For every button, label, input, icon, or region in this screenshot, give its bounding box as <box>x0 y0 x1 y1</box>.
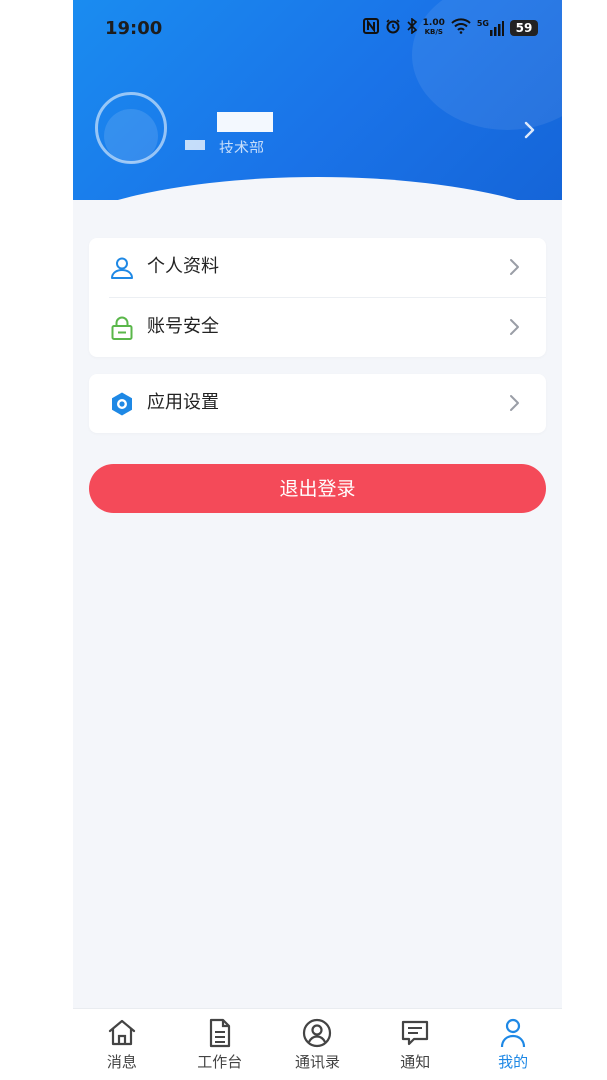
tab-label: 工作台 <box>197 1053 243 1071</box>
screen: 19:00 1.00 KB/S 5G 59 技术部 个人资料 账号安全 应用设置… <box>73 0 562 1080</box>
menu-item-profile[interactable]: 个人资料 <box>89 238 546 298</box>
nfc-icon <box>362 18 379 38</box>
network-speed: 1.00 KB/S <box>422 18 445 37</box>
home-icon <box>108 1019 135 1046</box>
tab-contacts[interactable]: 通讯录 <box>269 1009 367 1080</box>
header-curve <box>73 177 562 200</box>
account-menu-card: 个人资料 账号安全 <box>89 238 546 357</box>
tab-label: 消息 <box>106 1053 137 1071</box>
tab-mine[interactable]: 我的 <box>464 1009 562 1080</box>
logout-button[interactable]: 退出登录 <box>89 464 546 513</box>
alarm-icon <box>385 18 401 38</box>
user-icon <box>111 257 133 279</box>
tab-messages[interactable]: 消息 <box>73 1009 171 1080</box>
status-bar: 19:00 1.00 KB/S 5G 59 <box>73 16 562 44</box>
status-time: 19:00 <box>105 18 163 39</box>
document-icon <box>209 1018 230 1048</box>
tab-label: 通知 <box>400 1053 431 1071</box>
menu-item-label: 账号安全 <box>147 316 219 337</box>
user-name-redacted-2 <box>185 140 205 150</box>
tab-label: 我的 <box>498 1053 529 1071</box>
wifi-icon <box>451 18 471 38</box>
signal-icon: 5G <box>477 20 504 36</box>
battery-icon: 59 <box>510 20 538 36</box>
tab-bar: 消息 工作台 通讯录 通知 我的 <box>73 1008 562 1080</box>
bluetooth-icon <box>407 17 417 38</box>
settings-menu-card: 应用设置 <box>89 374 546 433</box>
lock-icon <box>111 316 133 340</box>
settings-icon <box>112 392 132 416</box>
tab-notifications[interactable]: 通知 <box>366 1009 464 1080</box>
user-name-redacted <box>217 112 273 132</box>
chevron-right-icon <box>510 259 519 275</box>
menu-item-label: 应用设置 <box>147 392 219 413</box>
status-icons: 1.00 KB/S 5G 59 <box>362 17 538 38</box>
person-icon <box>500 1018 526 1048</box>
contacts-icon <box>303 1018 332 1048</box>
tab-label: 通讯录 <box>294 1053 340 1071</box>
chevron-right-icon <box>510 319 519 335</box>
profile-header[interactable]: 19:00 1.00 KB/S 5G 59 技术部 <box>73 0 562 200</box>
menu-item-app-settings[interactable]: 应用设置 <box>89 374 546 433</box>
message-icon <box>402 1020 429 1046</box>
user-department: 技术部 <box>219 139 265 153</box>
menu-item-label: 个人资料 <box>147 256 219 277</box>
avatar[interactable] <box>95 92 167 164</box>
chevron-right-icon <box>510 395 519 411</box>
chevron-right-icon[interactable] <box>520 116 540 144</box>
tab-workbench[interactable]: 工作台 <box>171 1009 269 1080</box>
menu-item-account-security[interactable]: 账号安全 <box>89 298 546 357</box>
